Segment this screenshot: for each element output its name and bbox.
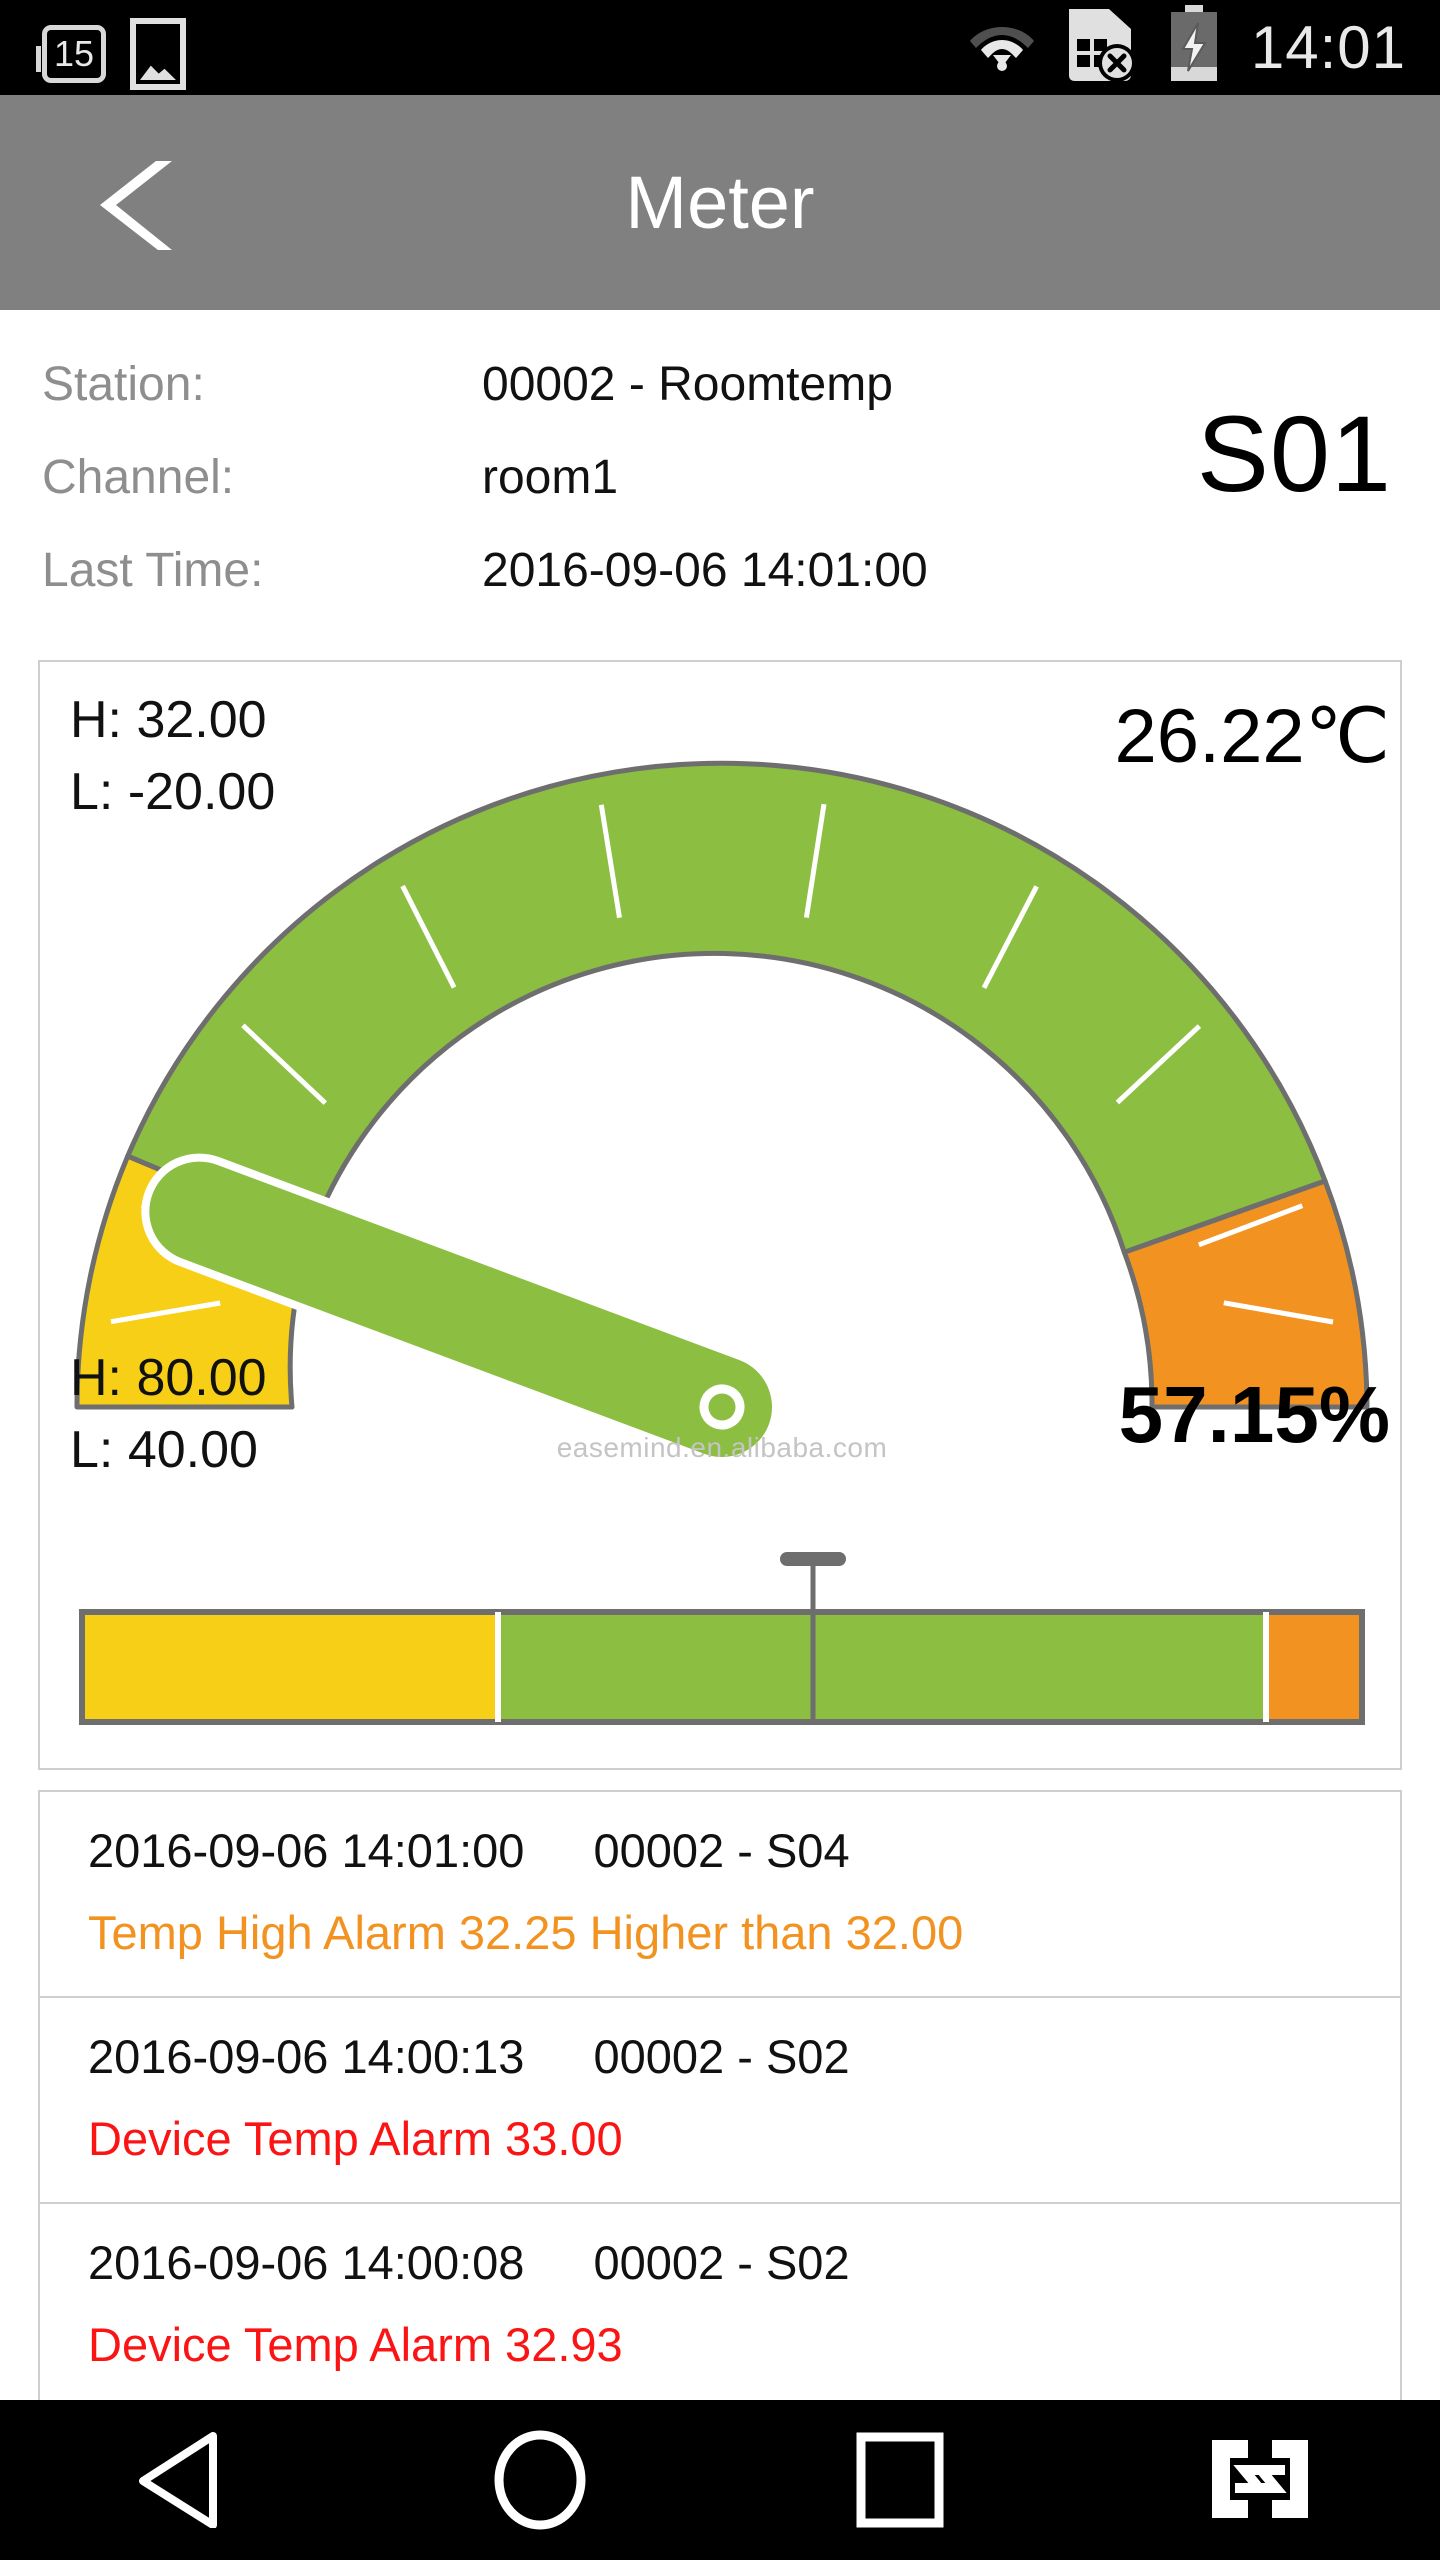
alarm-source-id: 00002 - S02 — [593, 2236, 850, 2289]
status-bar-clock: 14:01 — [1250, 14, 1406, 81]
radial-gauge-bands — [74, 760, 1370, 1410]
channel-value: room1 — [482, 451, 619, 504]
notification-count-icon: 15 — [36, 25, 106, 83]
alarm-header: 2016-09-06 14:00:13 00002 - S02 — [88, 2024, 1400, 2090]
temperature-limits: H: 32.00 L: -20.00 — [70, 684, 275, 828]
humidity-high-limit: H: 80.00 — [70, 1349, 267, 1407]
status-bar: 15 14:01 — [0, 0, 1440, 95]
alarm-header: 2016-09-06 14:00:08 00002 - S02 — [88, 2230, 1400, 2296]
humidity-limits: H: 80.00 L: 40.00 — [70, 1342, 267, 1486]
alarm-message: Temp High Alarm 32.25 Higher than 32.00 — [88, 1906, 964, 1959]
station-label: Station: — [42, 358, 205, 411]
status-bar-left-icons: 15 — [36, 18, 186, 90]
alarm-datetime: 2016-09-06 14:01:00 — [88, 1824, 525, 1877]
last-time-label: Last Time: — [42, 544, 264, 597]
linear-gauge-bar — [79, 1609, 1365, 1725]
temp-high-limit: H: 32.00 — [70, 691, 267, 749]
sensor-id: S01 — [1196, 393, 1392, 514]
alarm-row[interactable]: 2016-09-06 14:00:13 00002 - S02 Device T… — [40, 1998, 1400, 2204]
gauge-graphics — [74, 760, 1370, 1725]
sim-card-error-icon — [1065, 5, 1137, 90]
alarm-source-id: 00002 - S04 — [593, 1824, 850, 1877]
channel-label: Channel: — [42, 451, 235, 504]
info-row-last-time: Last Time: 2016-09-06 14:01:00 — [42, 541, 1162, 634]
humidity-low-limit: L: 40.00 — [70, 1421, 258, 1479]
image-icon — [130, 18, 186, 90]
alarm-datetime: 2016-09-06 14:00:13 — [88, 2030, 525, 2083]
alarm-row[interactable]: 2016-09-06 14:01:00 00002 - S04 Temp Hig… — [40, 1792, 1400, 1998]
nav-back-triangle-icon[interactable] — [0, 2432, 360, 2528]
android-nav-bar — [0, 2400, 1440, 2560]
info-row-station: Station: 00002 - Roomtemp — [42, 355, 1162, 448]
page-title: Meter — [625, 161, 815, 244]
status-bar-right-icons: 14:01 — [969, 0, 1406, 95]
nav-recents-square-icon[interactable] — [720, 2432, 1080, 2528]
alarm-source-id: 00002 - S02 — [593, 2030, 850, 2083]
alarm-header: 2016-09-06 14:01:00 00002 - S04 — [88, 1818, 1400, 1884]
alarm-message: Device Temp Alarm 32.93 — [88, 2318, 623, 2371]
wifi-icon — [969, 19, 1035, 76]
nav-screen-switch-icon[interactable] — [1080, 2432, 1440, 2528]
alarm-datetime: 2016-09-06 14:00:08 — [88, 2236, 525, 2289]
temperature-value: 26.22℃ — [1114, 694, 1390, 779]
alarm-list[interactable]: 2016-09-06 14:01:00 00002 - S04 Temp Hig… — [38, 1790, 1402, 2410]
nav-home-circle-icon[interactable] — [360, 2430, 720, 2530]
battery-charging-icon — [1167, 5, 1221, 90]
humidity-value: 57.15% — [1118, 1370, 1390, 1459]
app-header: Meter — [0, 95, 1440, 310]
gauge-card: H: 32.00 L: -20.00 26.22℃ H: 80.00 L: 40… — [38, 660, 1402, 1770]
station-value: 00002 - Roomtemp — [482, 358, 893, 411]
alarm-row[interactable]: 2016-09-06 14:00:08 00002 - S02 Device T… — [40, 2204, 1400, 2410]
alarm-message: Device Temp Alarm 33.00 — [88, 2112, 623, 2165]
info-row-channel: Channel: room1 — [42, 448, 1162, 541]
temp-low-limit: L: -20.00 — [70, 763, 276, 821]
last-time-value: 2016-09-06 14:01:00 — [482, 544, 928, 597]
